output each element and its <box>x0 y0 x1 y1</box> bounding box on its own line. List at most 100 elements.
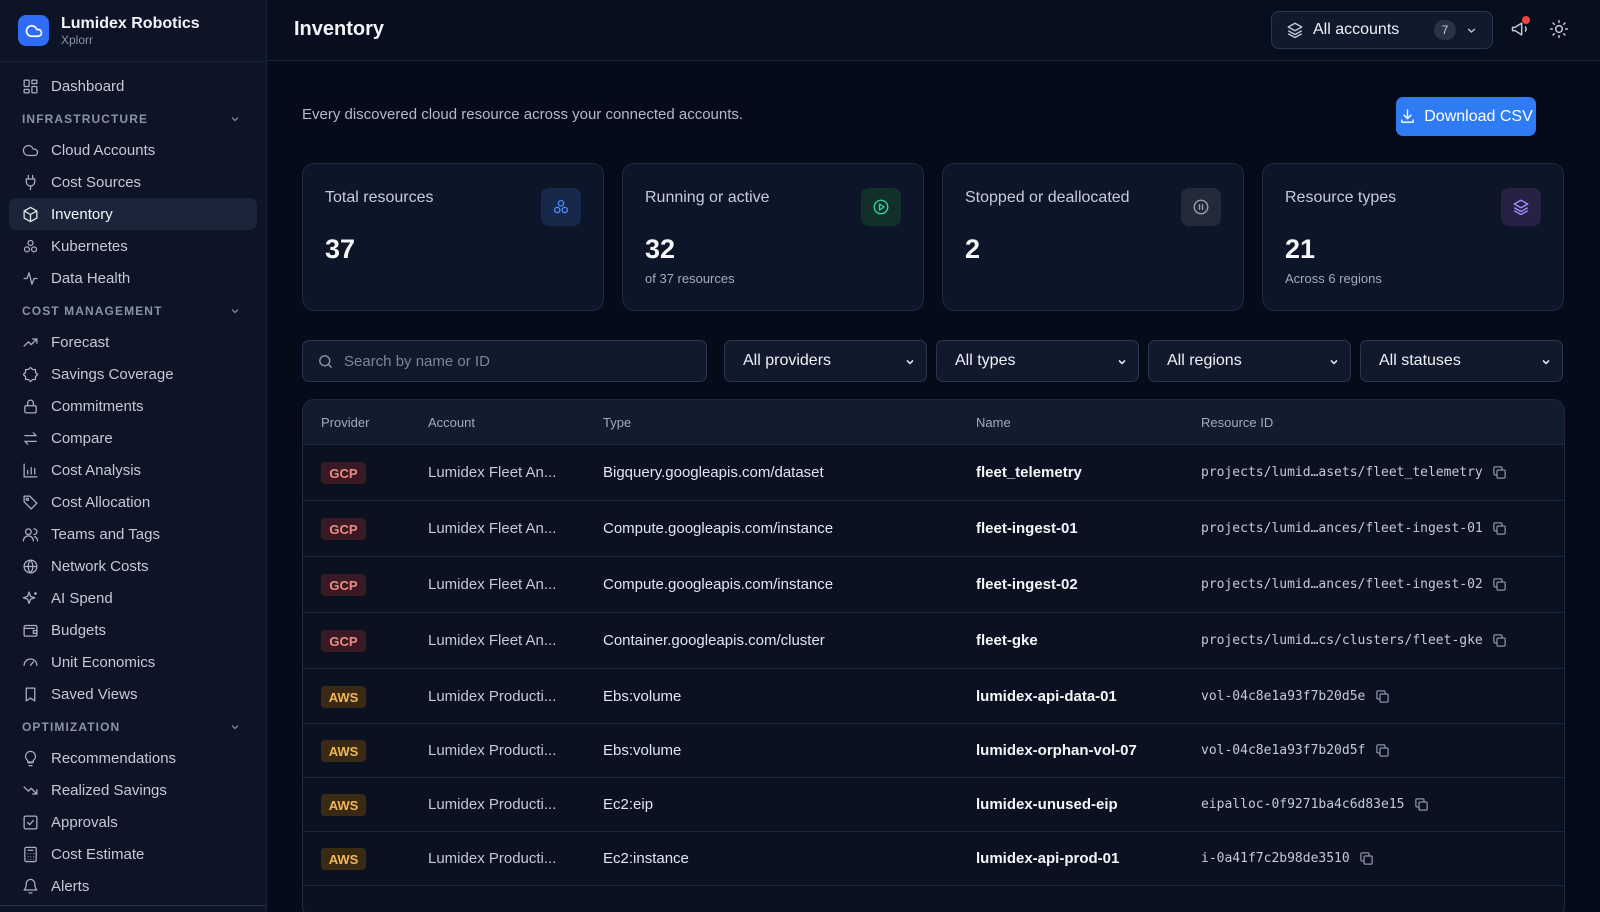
copy-icon[interactable] <box>1375 743 1390 758</box>
stat-card-total-resources: Total resources 37 <box>302 163 604 311</box>
sidebar-item-commitments[interactable]: Commitments <box>9 390 257 422</box>
bookmark-icon <box>25 686 36 702</box>
sparkles-icon <box>22 590 37 604</box>
table-row[interactable]: GCP Lumidex Fleet An... Bigquery.googleapi… <box>303 445 1564 501</box>
trending-up-icon <box>23 337 38 347</box>
column-header-resource-id[interactable]: Resource ID <box>1201 415 1273 430</box>
play-circle-icon <box>861 188 901 226</box>
stat-card-stopped: Stopped or deallocated 2 <box>942 163 1244 311</box>
lock-icon <box>24 399 37 414</box>
sidebar-item-label: Alerts <box>51 877 90 895</box>
wallet-icon <box>23 624 38 637</box>
sidebar-item-label: Network Costs <box>51 557 149 575</box>
table-row[interactable]: GCP Lumidex Fleet An... Compute.googleapis… <box>303 501 1564 557</box>
sidebar-item-saved-views[interactable]: Saved Views <box>9 678 257 710</box>
sidebar-item-alerts[interactable]: Alerts <box>9 870 257 902</box>
cell-account: Lumidex Fleet An... <box>428 464 557 481</box>
sidebar-item-label: Cloud Accounts <box>51 141 156 159</box>
stat-label: Resource types <box>1285 189 1397 206</box>
sidebar-item-budgets[interactable]: Budgets <box>9 614 257 646</box>
sidebar-item-realized-savings[interactable]: Realized Savings <box>9 774 257 806</box>
stat-value: 21 <box>1285 234 1316 264</box>
stat-label: Total resources <box>325 189 434 206</box>
stat-value: 32 <box>645 234 676 264</box>
cell-name: lumidex-api-prod-01 <box>976 850 1120 867</box>
download-icon <box>1401 109 1415 123</box>
chevron-down-icon <box>231 725 239 730</box>
table-row[interactable]: AWS Lumidex Producti... Ec2:eip lumidex-unu… <box>303 778 1564 832</box>
sidebar-item-cost-sources[interactable]: Cost Sources <box>9 166 257 198</box>
sidebar-item-label: Forecast <box>51 333 110 351</box>
cell-resource-id: projects/lumid…ances/fleet-ingest-01 <box>1201 521 1483 536</box>
column-header-name[interactable]: Name <box>976 415 1011 430</box>
brand[interactable]: Lumidex Robotics Xplorr <box>0 0 266 62</box>
type-select[interactable]: All types <box>936 340 1139 382</box>
sidebar-item-inventory[interactable]: Inventory <box>9 198 257 230</box>
sidebar-item-cost-allocation[interactable]: Cost Allocation <box>9 486 257 518</box>
table-row[interactable]: AWS Lumidex Producti... Ec2:instance lumide… <box>303 832 1564 886</box>
sidebar-item-ai-spend[interactable]: AI Spend <box>9 582 257 614</box>
search-box[interactable] <box>302 340 707 382</box>
users-icon <box>22 527 39 542</box>
table-row[interactable]: AWS Lumidex Producti... Ebs:volume lumidex-… <box>303 669 1564 724</box>
cell-name: fleet-ingest-02 <box>976 576 1078 593</box>
layers-icon <box>1287 22 1303 39</box>
sidebar-section-cost-management[interactable]: COST MANAGEMENT <box>0 296 266 326</box>
copy-icon[interactable] <box>1375 689 1390 704</box>
stat-value: 37 <box>325 234 356 264</box>
sidebar-item-recommendations[interactable]: Recommendations <box>9 742 257 774</box>
provider-select[interactable]: All providers <box>724 340 927 382</box>
sidebar-section-infrastructure[interactable]: INFRASTRUCTURE <box>0 104 266 134</box>
chevron-down-icon <box>1118 359 1126 365</box>
section-title: OPTIMIZATION <box>22 720 121 734</box>
status-select[interactable]: All statuses <box>1360 340 1563 382</box>
sidebar-item-kubernetes[interactable]: Kubernetes <box>9 230 257 262</box>
cell-resource-id: eipalloc-0f9271ba4c6d83e15 <box>1201 797 1405 812</box>
sidebar-item-cost-analysis[interactable]: Cost Analysis <box>9 454 257 486</box>
sidebar-item-teams-and-tags[interactable]: Teams and Tags <box>9 518 257 550</box>
sidebar-item-cost-estimate[interactable]: Cost Estimate <box>9 838 257 870</box>
sidebar-item-dashboard[interactable]: Dashboard <box>9 70 257 102</box>
copy-icon[interactable] <box>1414 797 1429 812</box>
table-row[interactable]: AWS Lumidex Producti... Ebs:volume lumidex-… <box>303 724 1564 778</box>
column-header-account[interactable]: Account <box>428 415 475 430</box>
stat-label: Running or active <box>645 189 770 206</box>
sidebar-item-forecast[interactable]: Forecast <box>9 326 257 358</box>
cell-type: Bigquery.googleapis.com/dataset <box>603 464 824 481</box>
region-select[interactable]: All regions <box>1148 340 1351 382</box>
table-row[interactable]: GCP Lumidex Fleet An... Compute.googleapis… <box>303 557 1564 613</box>
sidebar-item-network-costs[interactable]: Network Costs <box>9 550 257 582</box>
cell-name: fleet-gke <box>976 632 1038 649</box>
copy-icon[interactable] <box>1359 851 1374 866</box>
sidebar-item-label: Cost Estimate <box>51 845 145 863</box>
cell-account: Lumidex Fleet An... <box>428 520 557 537</box>
sidebar-section-optimization[interactable]: OPTIMIZATION <box>0 712 266 742</box>
account-count-badge: 7 <box>1434 20 1456 40</box>
sidebar-item-cloud-accounts[interactable]: Cloud Accounts <box>9 134 257 166</box>
column-header-type[interactable]: Type <box>603 415 631 430</box>
copy-icon[interactable] <box>1492 521 1507 536</box>
sidebar-item-label: Teams and Tags <box>51 525 160 543</box>
sidebar-item-data-health[interactable]: Data Health <box>9 262 257 294</box>
select-value: All regions <box>1167 352 1242 369</box>
copy-icon[interactable] <box>1492 633 1507 648</box>
cloud-logo-icon <box>18 15 49 46</box>
cell-name: lumidex-api-data-01 <box>976 688 1117 705</box>
copy-icon[interactable] <box>1492 465 1507 480</box>
sun-icon[interactable] <box>1549 19 1569 39</box>
search-input[interactable] <box>344 352 684 370</box>
sidebar-item-unit-economics[interactable]: Unit Economics <box>9 646 257 678</box>
cell-resource-id: projects/lumid…asets/fleet_telemetry <box>1201 465 1483 480</box>
table-row[interactable]: GCP Lumidex Fleet An... Container.googleap… <box>303 613 1564 669</box>
sidebar-item-approvals[interactable]: Approvals <box>9 806 257 838</box>
download-csv-button[interactable]: Download CSV <box>1396 97 1536 136</box>
column-header-provider[interactable]: Provider <box>321 415 369 430</box>
cell-name: fleet-ingest-01 <box>976 520 1078 537</box>
layers-icon <box>1501 188 1541 226</box>
account-switcher[interactable]: All accounts 7 <box>1271 11 1493 49</box>
cell-type: Ec2:instance <box>603 850 689 867</box>
sidebar-item-compare[interactable]: Compare <box>9 422 257 454</box>
sidebar-item-savings-coverage[interactable]: Savings Coverage <box>9 358 257 390</box>
cell-resource-id: vol-04c8e1a93f7b20d5f <box>1201 743 1366 758</box>
copy-icon[interactable] <box>1492 577 1507 592</box>
